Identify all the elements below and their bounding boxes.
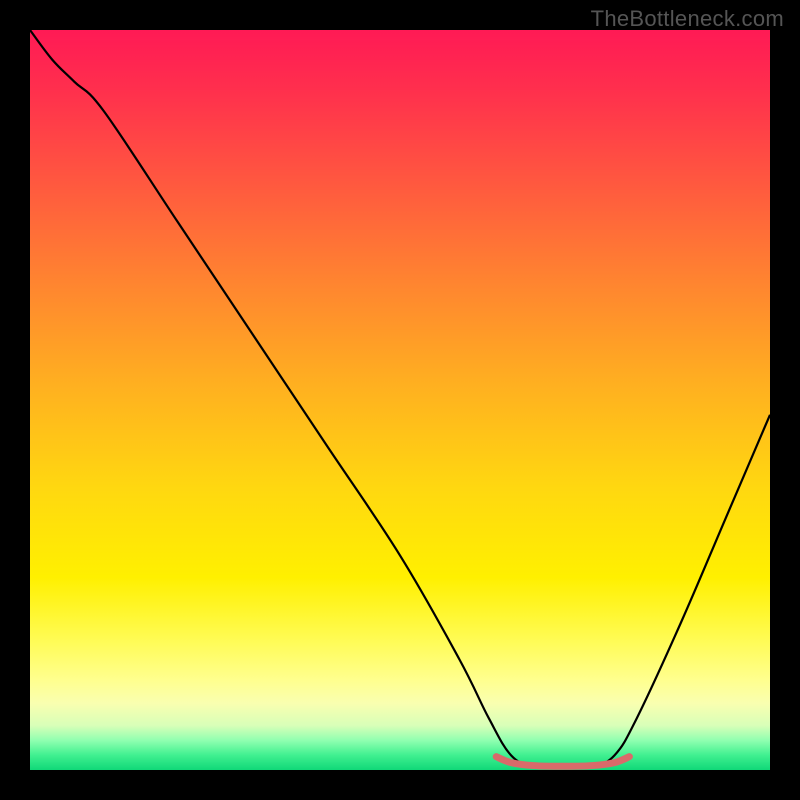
optimal-highlight xyxy=(496,757,629,767)
plot-area xyxy=(30,30,770,770)
bottleneck-curve xyxy=(30,30,770,768)
curve-svg xyxy=(30,30,770,770)
watermark-text: TheBottleneck.com xyxy=(591,6,784,32)
